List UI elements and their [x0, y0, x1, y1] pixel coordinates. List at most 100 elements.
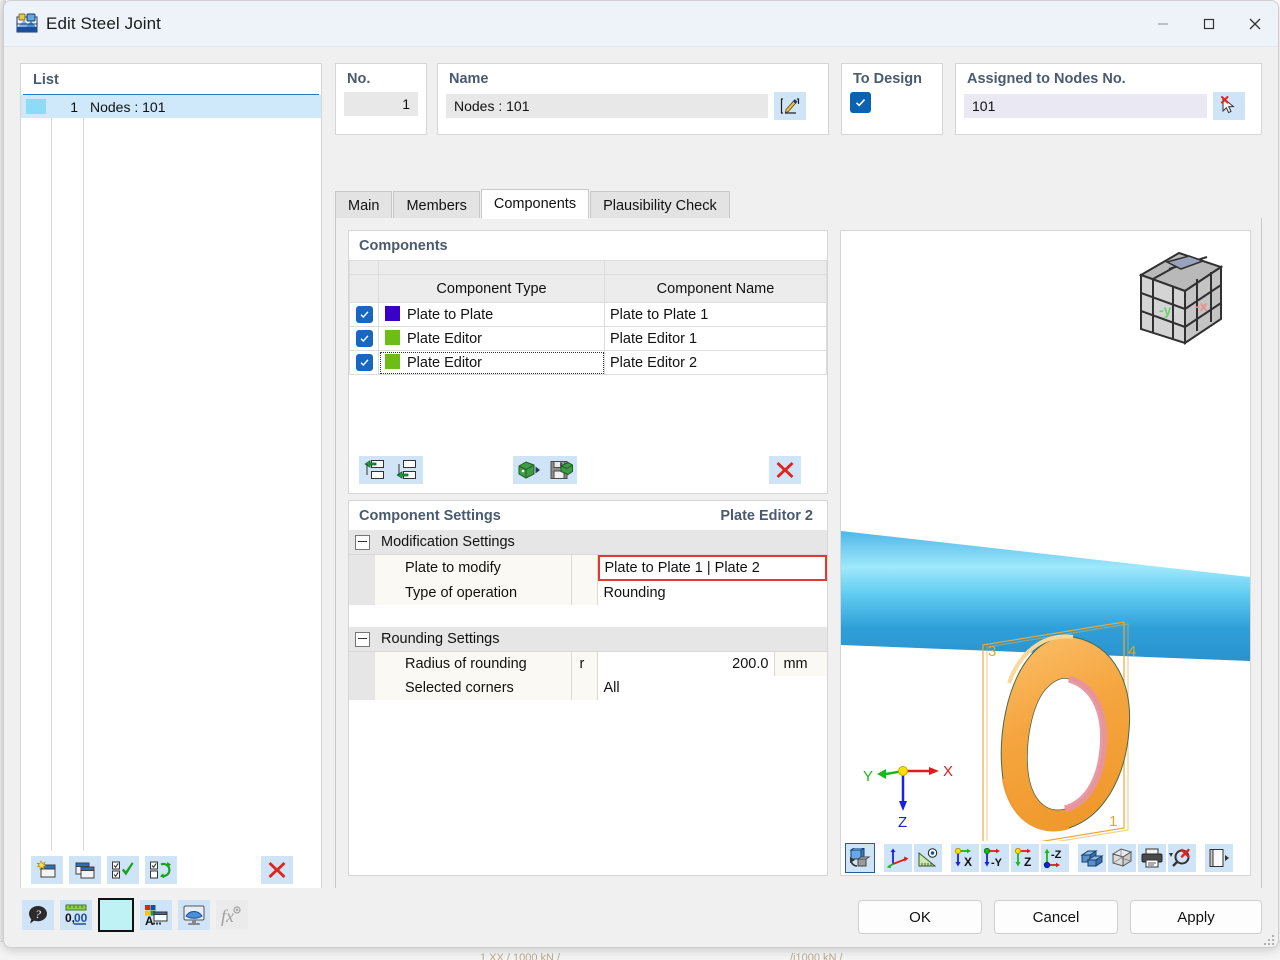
setting-symbol: [571, 676, 597, 700]
setting-label: Selected corners: [375, 676, 571, 700]
move-down-button[interactable]: [391, 456, 423, 484]
edit-pencil-icon[interactable]: [774, 92, 806, 120]
settings-row[interactable]: Plate to modify Plate to Plate 1 | Plate…: [349, 555, 827, 582]
collapse-icon[interactable]: [355, 632, 370, 647]
row-component-name[interactable]: Plate Editor 1: [605, 327, 827, 351]
invert-selection-button[interactable]: [145, 856, 177, 884]
to-design-checkbox[interactable]: [850, 92, 871, 113]
row-checkbox-cell[interactable]: [350, 303, 379, 327]
row-component-type-cell[interactable]: Plate Editor: [379, 327, 605, 351]
row-checkbox-cell[interactable]: [350, 327, 379, 351]
components-toolbar: [349, 455, 827, 485]
row-component-type-cell[interactable]: Plate to Plate: [379, 303, 605, 327]
view-x-button[interactable]: X: [951, 844, 979, 872]
render-mode-button[interactable]: [845, 843, 875, 873]
selected-component-name: Plate Editor 2: [720, 508, 817, 524]
to-design-label: To Design: [842, 64, 942, 87]
group-expander-cell[interactable]: [349, 530, 375, 555]
show-axes-button[interactable]: [884, 844, 912, 872]
row-checkbox[interactable]: [356, 306, 373, 323]
tab-members[interactable]: Members: [393, 191, 479, 219]
table-row[interactable]: Plate to Plate Plate to Plate 1: [350, 303, 827, 327]
group-expander-cell[interactable]: [349, 627, 375, 652]
decimal-places-button[interactable]: 0, 00: [60, 900, 92, 930]
settings-row[interactable]: Type of operation Rounding: [349, 581, 827, 605]
list-item[interactable]: 1 Nodes : 101: [21, 95, 321, 118]
color-swatch-button[interactable]: [98, 898, 134, 932]
delete-component-button[interactable]: [769, 456, 801, 484]
col-header-component-type: Component Type: [379, 275, 605, 303]
joint-list[interactable]: 1 Nodes : 101: [21, 94, 321, 851]
setting-label: Plate to modify: [375, 555, 571, 582]
import-component-button[interactable]: [513, 456, 545, 484]
show-dimensions-button[interactable]: [914, 844, 942, 872]
list-item-label: Nodes : 101: [83, 99, 166, 115]
3d-viewport[interactable]: 4 3 1 2: [840, 230, 1251, 876]
components-tab-pane: Components Component Type Component Na: [335, 218, 1262, 889]
row-checkbox[interactable]: [356, 354, 373, 371]
select-all-button[interactable]: [107, 856, 139, 884]
plate-to-modify-value[interactable]: Plate to Plate 1 | Plate 2: [598, 555, 828, 581]
title-bar: Edit Steel Joint: [4, 1, 1278, 47]
wireframe-view-button[interactable]: [1108, 844, 1136, 872]
setting-value[interactable]: Rounding: [597, 581, 827, 605]
name-row: Nodes : 101: [438, 87, 828, 120]
view-minus-y-button[interactable]: -Y: [981, 844, 1009, 872]
setting-symbol: [571, 555, 597, 582]
zoom-reset-button[interactable]: [1168, 844, 1196, 872]
visual-settings-button[interactable]: [178, 900, 210, 930]
resize-grip[interactable]: [1262, 933, 1274, 945]
table-row[interactable]: Plate Editor Plate Editor 2: [350, 351, 827, 375]
3d-scene[interactable]: 4 3 1 2: [841, 231, 1250, 875]
assigned-nodes-input[interactable]: 101: [964, 94, 1207, 118]
number-input[interactable]: 1: [344, 92, 418, 116]
row-component-name[interactable]: Plate Editor 2: [605, 351, 827, 375]
tab-components[interactable]: Components: [481, 189, 589, 219]
collapse-icon[interactable]: [355, 535, 370, 550]
tab-plausibility-check[interactable]: Plausibility Check: [590, 191, 730, 219]
tab-main[interactable]: Main: [335, 191, 392, 219]
name-input[interactable]: Nodes : 101: [446, 94, 768, 118]
panel-toggle-button[interactable]: [1205, 844, 1233, 872]
bottom-bar: ? 0, 00: [4, 888, 1278, 948]
setting-value[interactable]: 200.0: [597, 652, 775, 677]
apply-button[interactable]: Apply: [1130, 900, 1262, 934]
setting-label: Type of operation: [375, 581, 571, 605]
ok-button[interactable]: OK: [858, 900, 982, 934]
formula-button[interactable]: fx: [216, 900, 248, 930]
cancel-button[interactable]: Cancel: [994, 900, 1118, 934]
move-up-button[interactable]: [359, 456, 391, 484]
table-row[interactable]: Plate Editor Plate Editor 1: [350, 327, 827, 351]
settings-group-header[interactable]: Modification Settings: [349, 530, 827, 555]
minimize-button[interactable]: [1140, 1, 1186, 46]
components-caption-text: Components: [359, 238, 448, 254]
assigned-nodes-row: 101: [956, 87, 1261, 120]
svg-text:fx: fx: [221, 906, 234, 926]
save-component-button[interactable]: [545, 456, 577, 484]
components-table-spacer-row: [350, 261, 827, 275]
delete-joint-button[interactable]: [261, 856, 293, 884]
print-button[interactable]: [1138, 844, 1166, 872]
display-properties-button[interactable]: A: [140, 900, 172, 930]
settings-row[interactable]: Selected corners All: [349, 676, 827, 700]
maximize-button[interactable]: [1186, 1, 1232, 46]
new-joint-button[interactable]: [31, 856, 63, 884]
to-design-group: To Design: [841, 63, 943, 135]
row-component-name[interactable]: Plate to Plate 1: [605, 303, 827, 327]
setting-value-cell-highlighted[interactable]: Plate to Plate 1 | Plate 2: [597, 555, 827, 582]
view-z-button[interactable]: Z: [1011, 844, 1039, 872]
row-checkbox[interactable]: [356, 330, 373, 347]
row-checkbox-cell[interactable]: [350, 351, 379, 375]
help-button[interactable]: ?: [22, 900, 54, 930]
row-component-type-cell-focused[interactable]: Plate Editor: [379, 351, 605, 375]
setting-value[interactable]: All: [597, 676, 827, 700]
copy-joint-button[interactable]: [69, 856, 101, 884]
settings-row[interactable]: Radius of rounding r 200.0 mm: [349, 652, 827, 677]
window-controls: [1140, 1, 1278, 46]
settings-group-header[interactable]: Rounding Settings: [349, 627, 827, 652]
isometric-view-button[interactable]: [1078, 844, 1106, 872]
view-minus-z-button[interactable]: -Z: [1041, 844, 1069, 872]
close-button[interactable]: [1232, 1, 1278, 46]
name-label: Name: [438, 64, 828, 87]
select-cursor-icon[interactable]: [1213, 92, 1245, 120]
